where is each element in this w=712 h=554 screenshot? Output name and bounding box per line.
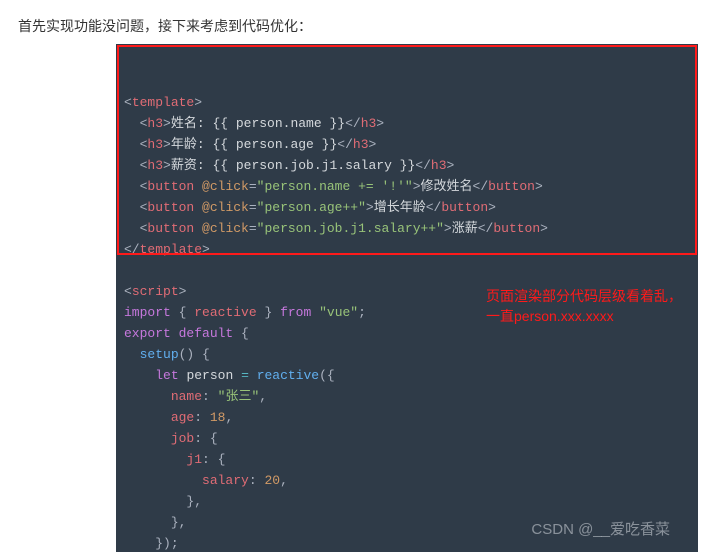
intro-text: 首先实现功能没问题，接下来考虑到代码优化： (0, 0, 712, 36)
annotation-text: 页面渲染部分代码层级看着乱，一直person.xxx.xxxx (486, 286, 686, 326)
watermark: CSDN @__爱吃香菜 (531, 519, 670, 540)
code-block: <template> <h3>姓名: {{ person.name }}</h3… (116, 44, 698, 552)
